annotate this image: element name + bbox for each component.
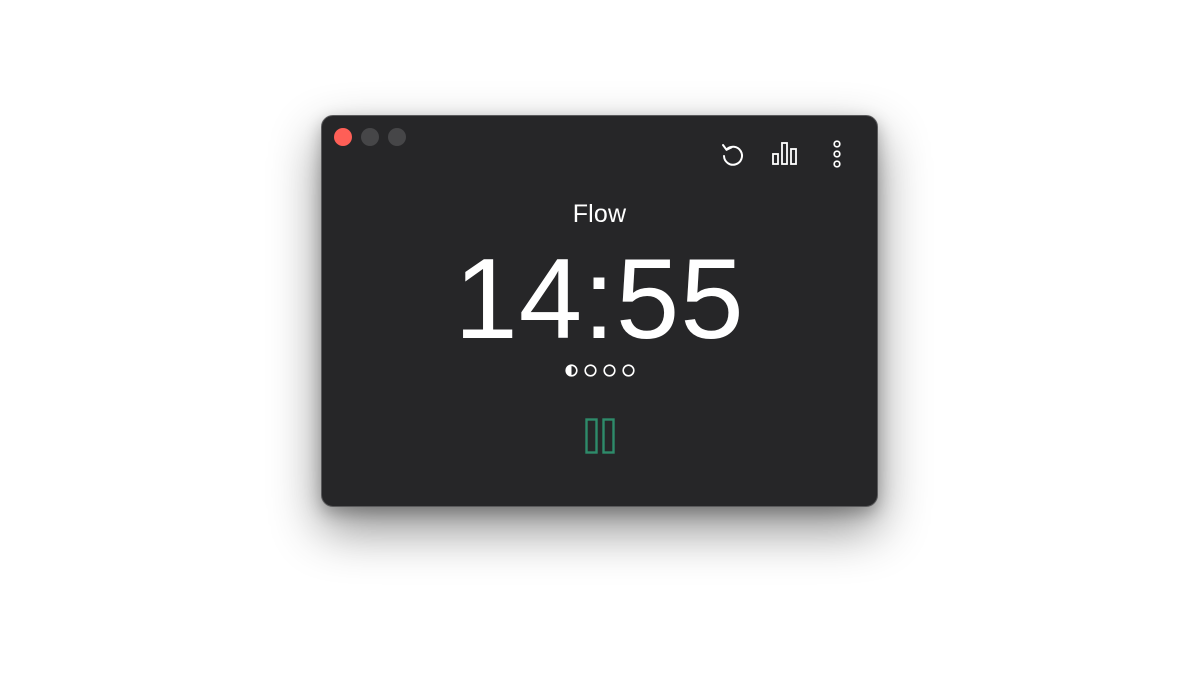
session-dot: [583, 364, 597, 377]
session-dot-current: [564, 364, 578, 377]
reset-icon: [722, 144, 743, 166]
session-dot: [602, 364, 616, 377]
session-progress-indicator: [322, 364, 877, 377]
statistics-button[interactable]: [769, 138, 801, 170]
window-controls: [334, 128, 406, 146]
pause-icon: [585, 418, 615, 454]
timer-window: Flow 14:55: [321, 115, 878, 507]
minimize-window-button[interactable]: [361, 128, 379, 146]
timer-mode-label: Flow: [572, 200, 627, 228]
more-vertical-icon: [833, 140, 841, 168]
timer-display: 14:55: [454, 236, 745, 363]
close-window-button[interactable]: [334, 128, 352, 146]
toolbar: [717, 138, 853, 170]
zoom-window-button[interactable]: [388, 128, 406, 146]
pause-button[interactable]: [585, 418, 615, 454]
session-dot: [621, 364, 635, 377]
more-menu-button[interactable]: [821, 138, 853, 170]
bar-chart-icon: [772, 142, 797, 165]
desktop-background: Flow 14:55: [0, 0, 1200, 675]
reset-button[interactable]: [717, 138, 749, 170]
